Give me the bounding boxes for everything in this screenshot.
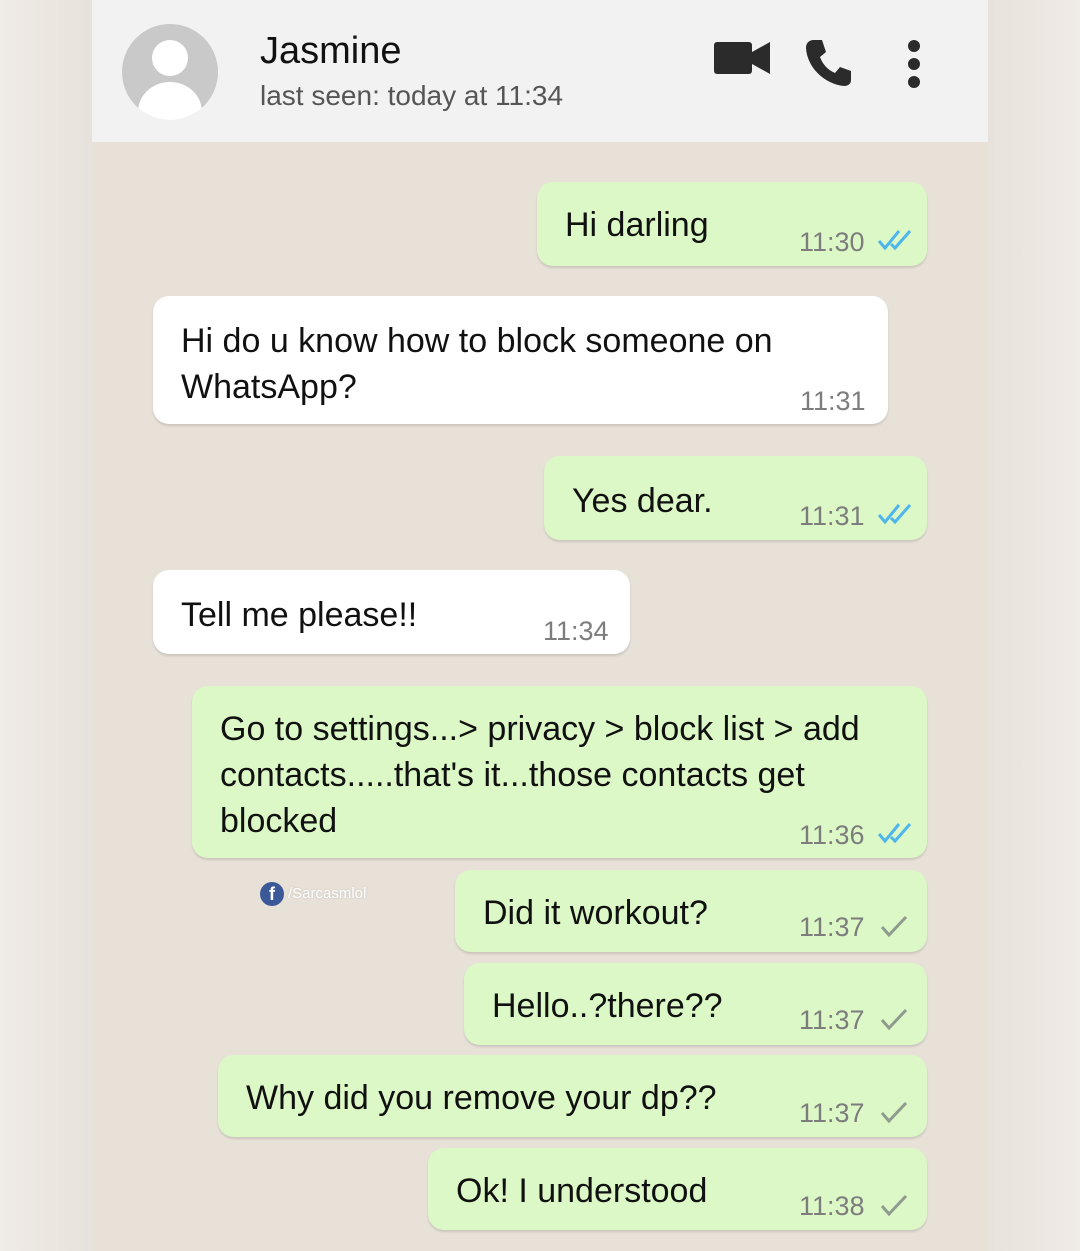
message-bubble-outgoing[interactable]: Hello..?there?? 11:37 xyxy=(464,963,927,1045)
phone-icon[interactable] xyxy=(804,38,852,88)
message-time: 11:37 xyxy=(799,1098,865,1128)
last-seen-status: last seen: today at 11:34 xyxy=(260,80,564,111)
message-text: Hello..?there?? xyxy=(492,987,723,1025)
default-avatar-icon xyxy=(152,40,188,76)
single-check-icon xyxy=(880,1101,908,1124)
message-text: Hi darling xyxy=(565,206,709,244)
single-check-icon xyxy=(880,1008,908,1031)
message-time: 11:37 xyxy=(799,912,865,942)
message-bubble-outgoing[interactable]: Yes dear. 11:31 xyxy=(544,456,927,540)
double-check-read-icon xyxy=(877,230,912,251)
background-blur-left xyxy=(0,0,92,1251)
message-time: 11:30 xyxy=(799,227,865,257)
message-bubble-outgoing[interactable]: Hi darling 11:30 xyxy=(537,182,927,266)
message-time: 11:31 xyxy=(800,386,866,416)
message-text: Go to settings...> privacy > block list … xyxy=(220,710,860,840)
watermark-text: /Sarcasmlol xyxy=(288,885,367,902)
video-camera-icon[interactable] xyxy=(714,38,770,78)
message-text: Did it workout? xyxy=(483,894,708,932)
message-text: Hi do u know how to block someone on Wha… xyxy=(181,322,773,406)
double-check-read-icon xyxy=(877,823,912,844)
contact-avatar[interactable] xyxy=(122,24,218,120)
single-check-icon xyxy=(880,915,908,938)
message-bubble-outgoing[interactable]: Did it workout? 11:37 xyxy=(455,870,927,952)
message-bubble-incoming[interactable]: Hi do u know how to block someone on Wha… xyxy=(153,296,888,424)
message-text: Tell me please!! xyxy=(181,596,418,634)
message-time: 11:37 xyxy=(799,1005,865,1035)
message-bubble-incoming[interactable]: Tell me please!! 11:34 xyxy=(153,570,630,654)
more-vertical-icon[interactable] xyxy=(900,38,928,90)
message-bubble-outgoing[interactable]: Go to settings...> privacy > block list … xyxy=(192,686,927,858)
single-check-icon xyxy=(880,1194,908,1217)
contact-name[interactable]: Jasmine xyxy=(260,30,402,73)
message-text: Yes dear. xyxy=(572,482,713,520)
chat-header: Jasmine last seen: today at 11:34 xyxy=(92,0,988,142)
message-time: 11:38 xyxy=(799,1191,865,1221)
message-bubble-outgoing[interactable]: Why did you remove your dp?? 11:37 xyxy=(218,1055,927,1137)
message-time: 11:31 xyxy=(799,501,865,531)
avatar-body-shape xyxy=(138,82,202,120)
message-time: 11:36 xyxy=(799,820,865,850)
chat-screen: Jasmine last seen: today at 11:34 Hi dar… xyxy=(92,0,988,1251)
facebook-icon: f xyxy=(260,882,284,906)
message-bubble-outgoing[interactable]: Ok! I understood 11:38 xyxy=(428,1148,927,1230)
message-text: Why did you remove your dp?? xyxy=(246,1079,717,1117)
message-time: 11:34 xyxy=(543,616,609,646)
background-blur-right xyxy=(988,0,1080,1251)
message-text: Ok! I understood xyxy=(456,1172,708,1210)
double-check-read-icon xyxy=(877,504,912,525)
